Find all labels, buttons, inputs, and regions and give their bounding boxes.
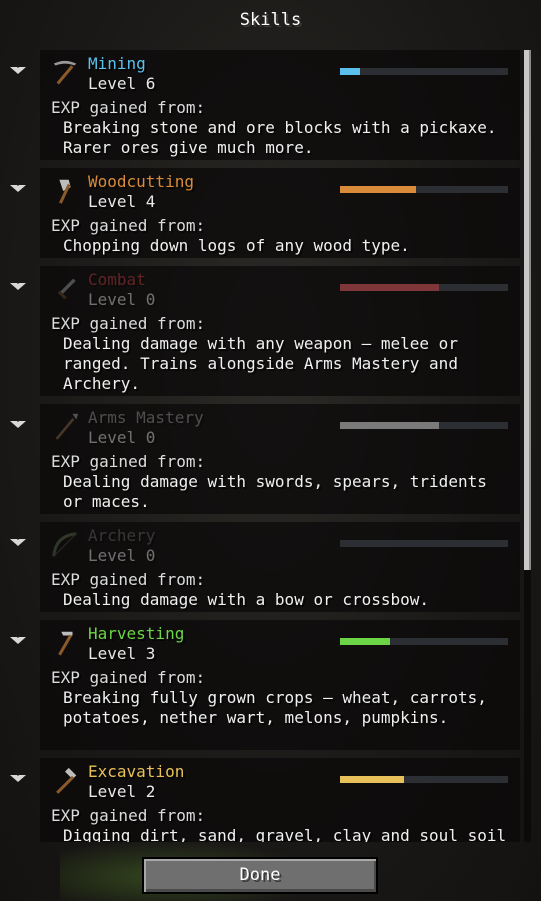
progress-bar — [340, 638, 508, 645]
skill-description: Breaking stone and ore blocks with a pic… — [63, 118, 497, 157]
skill-card-archery: Archery Level 0 EXP gained from: Dealing… — [10, 522, 520, 612]
skill-name: Harvesting — [88, 624, 185, 643]
expand-arrow-icon[interactable] — [10, 280, 26, 290]
progress-bar — [340, 186, 508, 193]
skill-description: Dealing damage with swords, spears, trid… — [63, 472, 487, 511]
skill-level: Level 0 — [88, 546, 156, 565]
progress-bar — [340, 540, 508, 547]
skill-name: Mining — [88, 54, 146, 73]
exp-label: EXP gained from: — [51, 314, 206, 333]
skill-level: Level 2 — [88, 782, 156, 801]
expand-arrow-icon[interactable] — [10, 772, 26, 782]
exp-label: EXP gained from: — [51, 452, 206, 471]
skill-name: Woodcutting — [88, 172, 194, 191]
expand-arrow-icon[interactable] — [10, 536, 26, 546]
screen-title: Skills — [239, 10, 302, 30]
skill-level: Level 0 — [88, 290, 156, 309]
done-button[interactable]: Done — [142, 857, 378, 894]
progress-bar — [340, 776, 508, 783]
exp-label: EXP gained from: — [51, 570, 206, 589]
skill-level: Level 4 — [88, 192, 156, 211]
skill-description: Chopping down logs of any wood type. — [63, 236, 410, 255]
axe-icon — [59, 179, 71, 204]
expand-arrow-icon[interactable] — [10, 634, 26, 644]
spear-icon — [55, 413, 79, 440]
skill-level: Level 3 — [88, 644, 156, 663]
skill-description: Digging dirt, sand, gravel, clay and sou… — [63, 826, 507, 842]
skill-description: Breaking fully grown crops — wheat, carr… — [63, 688, 487, 727]
skill-card-mining: Mining Level 6 EXP gained from: Breaking… — [10, 50, 520, 160]
scrollbar-thumb[interactable] — [524, 50, 531, 570]
sword-icon — [57, 278, 76, 300]
exp-label: EXP gained from: — [51, 98, 206, 117]
skill-card-arms-mastery: Arms Mastery Level 0 EXP gained from: De… — [10, 404, 520, 514]
pickaxe-icon — [53, 60, 77, 85]
exp-label: EXP gained from: — [51, 216, 206, 235]
bow-icon — [52, 532, 77, 557]
skill-name: Archery — [88, 526, 156, 545]
skill-description: Dealing damage with any weapon — melee o… — [63, 334, 458, 393]
expand-arrow-icon[interactable] — [10, 182, 26, 192]
expand-arrow-icon[interactable] — [10, 418, 26, 428]
exp-label: EXP gained from: — [51, 806, 206, 825]
hoe-icon — [58, 631, 73, 656]
skill-level: Level 0 — [88, 428, 156, 447]
exp-label: EXP gained from: — [51, 668, 206, 687]
skills-list[interactable]: Mining Level 6 EXP gained from: Breaking… — [0, 42, 541, 842]
skill-name: Combat — [88, 270, 146, 289]
progress-bar — [340, 422, 508, 429]
skill-description: Dealing damage with a bow or crossbow. — [63, 590, 430, 609]
skill-card-woodcutting: Woodcutting Level 4 EXP gained from: Cho… — [10, 168, 520, 258]
progress-bar — [340, 284, 508, 291]
shovel-icon — [56, 767, 77, 794]
skill-card-harvesting: Harvesting Level 3 EXP gained from: Brea… — [10, 620, 520, 750]
skill-name: Excavation — [88, 762, 185, 781]
progress-bar — [340, 68, 508, 75]
expand-arrow-icon[interactable] — [10, 64, 26, 74]
skill-level: Level 6 — [88, 74, 156, 93]
skill-card-excavation: Excavation Level 2 EXP gained from: Digg… — [10, 758, 520, 842]
skill-card-combat: Combat Level 0 EXP gained from: Dealing … — [10, 266, 520, 396]
skill-name: Arms Mastery — [88, 408, 204, 427]
